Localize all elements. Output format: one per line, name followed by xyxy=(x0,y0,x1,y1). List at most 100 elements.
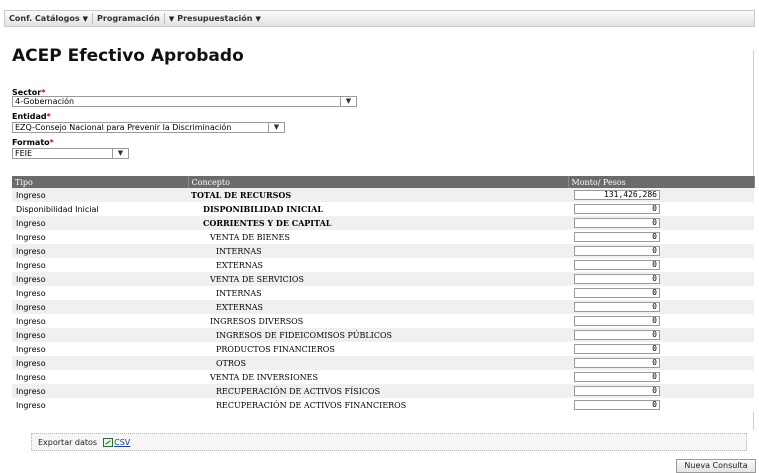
cell-tipo: Ingreso xyxy=(12,258,188,272)
table-row[interactable]: Disponibilidad Inicial DISPONIBILIDAD INI… xyxy=(12,202,754,216)
menu-label: Programación xyxy=(97,14,160,23)
sector-select[interactable]: 4-Gobernación ▼ xyxy=(12,96,357,107)
cell-concepto: PRODUCTOS FINANCIEROS xyxy=(188,342,568,356)
monto-field[interactable]: 0 xyxy=(574,358,660,368)
column-header-concepto[interactable]: Concepto xyxy=(188,176,569,188)
formato-value: FEIE xyxy=(15,149,33,158)
chevron-down-icon[interactable]: ▼ xyxy=(340,96,356,107)
table-row[interactable]: Ingreso RECUPERACIÓN DE ACTIVOS FINANCIER… xyxy=(12,398,754,412)
cell-monto: 0 xyxy=(568,216,754,230)
table-row[interactable]: Ingreso PRODUCTOS FINANCIEROS 0 xyxy=(12,342,754,356)
monto-field[interactable]: 0 xyxy=(574,204,660,214)
table-body: Ingreso TOTAL DE RECURSOS 131,426,286 Dispo… xyxy=(12,188,754,412)
cell-concepto: VENTA DE BIENES xyxy=(188,230,568,244)
cell-tipo: Ingreso xyxy=(12,230,188,244)
caret-down-icon: ▼ xyxy=(168,14,175,23)
cell-monto: 0 xyxy=(568,300,754,314)
cell-tipo: Disponibilidad Inicial xyxy=(12,202,188,216)
top-bar: Conf. Catálogos ▼ Programación ▼ Presupu… xyxy=(0,0,759,27)
csv-file-icon[interactable] xyxy=(103,437,114,447)
table-row[interactable]: Ingreso INTERNAS 0 xyxy=(12,286,754,300)
cell-tipo: Ingreso xyxy=(12,328,188,342)
table-row[interactable]: Ingreso INGRESOS DIVERSOS 0 xyxy=(12,314,754,328)
column-header-tipo[interactable]: Tipo xyxy=(12,176,189,188)
formato-label-text: Formato xyxy=(12,138,50,147)
cell-concepto: DISPONIBILIDAD INICIAL xyxy=(188,202,568,216)
cell-monto: 0 xyxy=(568,286,754,300)
required-mark: * xyxy=(46,112,51,121)
entidad-value: EZQ-Consejo Nacional para Prevenir la Di… xyxy=(15,123,232,132)
export-csv-link[interactable]: CSV xyxy=(114,438,130,447)
menu-conf-catalogos[interactable]: Conf. Catálogos ▼ xyxy=(5,14,92,23)
menu-presupuestacion[interactable]: ▼ Presupuestación ▼ xyxy=(165,14,265,23)
cell-concepto: EXTERNAS xyxy=(188,258,568,272)
table-row[interactable]: Ingreso VENTA DE INVERSIONES 0 xyxy=(12,370,754,384)
table-row[interactable]: Ingreso VENTA DE SERVICIOS 0 xyxy=(12,272,754,286)
cell-monto: 0 xyxy=(568,272,754,286)
chevron-down-icon[interactable]: ▼ xyxy=(112,148,128,159)
new-query-button[interactable]: Nueva Consulta xyxy=(676,459,756,473)
cell-tipo: Ingreso xyxy=(12,286,188,300)
cell-tipo: Ingreso xyxy=(12,300,188,314)
entidad-label: Entidad* xyxy=(12,112,51,121)
column-header-monto[interactable]: Monto/ Pesos xyxy=(568,176,755,188)
cell-concepto: EXTERNAS xyxy=(188,300,568,314)
cell-concepto: INTERNAS xyxy=(188,244,568,258)
formato-select[interactable]: FEIE ▼ xyxy=(12,148,129,159)
monto-field[interactable]: 0 xyxy=(574,302,660,312)
monto-field[interactable]: 0 xyxy=(574,246,660,256)
table-row[interactable]: Ingreso EXTERNAS 0 xyxy=(12,300,754,314)
cell-monto: 0 xyxy=(568,370,754,384)
cell-tipo: Ingreso xyxy=(12,342,188,356)
table-row[interactable]: Ingreso EXTERNAS 0 xyxy=(12,258,754,272)
recursos-table: Tipo Concepto Monto/ Pesos Ingreso TOTAL … xyxy=(12,176,755,412)
monto-field[interactable]: 0 xyxy=(574,288,660,298)
cell-concepto: RECUPERACIÓN DE ACTIVOS FINANCIEROS xyxy=(188,398,568,412)
cell-monto: 0 xyxy=(568,342,754,356)
menu-label: Conf. Catálogos xyxy=(9,14,80,23)
table-row[interactable]: Ingreso OTROS 0 xyxy=(12,356,754,370)
menu-bar: Conf. Catálogos ▼ Programación ▼ Presupu… xyxy=(4,10,755,27)
cell-monto: 0 xyxy=(568,356,754,370)
monto-field[interactable]: 0 xyxy=(574,274,660,284)
cell-monto: 0 xyxy=(568,258,754,272)
monto-field[interactable]: 0 xyxy=(574,232,660,242)
cell-concepto: VENTA DE SERVICIOS xyxy=(188,272,568,286)
entidad-label-text: Entidad xyxy=(12,112,47,121)
monto-field[interactable]: 0 xyxy=(574,316,660,326)
chevron-down-icon[interactable]: ▼ xyxy=(268,122,284,133)
cell-concepto: INGRESOS DIVERSOS xyxy=(188,314,568,328)
table-header-row: Tipo Concepto Monto/ Pesos xyxy=(12,176,755,188)
cell-tipo: Ingreso xyxy=(12,384,188,398)
cell-concepto: INGRESOS DE FIDEICOMISOS PÚBLICOS xyxy=(188,328,568,342)
caret-down-icon: ▼ xyxy=(82,14,89,23)
cell-tipo: Ingreso xyxy=(12,314,188,328)
cell-tipo: Ingreso xyxy=(12,356,188,370)
cell-tipo: Ingreso xyxy=(12,272,188,286)
caret-down-icon: ▼ xyxy=(255,14,261,23)
monto-field[interactable]: 0 xyxy=(574,386,660,396)
cell-monto: 0 xyxy=(568,398,754,412)
monto-field[interactable]: 0 xyxy=(574,260,660,270)
cell-monto: 131,426,286 xyxy=(568,188,754,202)
entidad-select[interactable]: EZQ-Consejo Nacional para Prevenir la Di… xyxy=(12,122,285,133)
monto-field[interactable]: 0 xyxy=(574,344,660,354)
monto-field[interactable]: 0 xyxy=(574,218,660,228)
table-row[interactable]: Ingreso RECUPERACIÓN DE ACTIVOS FÍSICOS 0 xyxy=(12,384,754,398)
table-row[interactable]: Ingreso INGRESOS DE FIDEICOMISOS PÚBLICOS… xyxy=(12,328,754,342)
monto-field[interactable]: 0 xyxy=(574,400,660,410)
cell-concepto: OTROS xyxy=(188,356,568,370)
cell-monto: 0 xyxy=(568,314,754,328)
menu-programacion[interactable]: Programación xyxy=(93,14,164,23)
monto-field[interactable]: 131,426,286 xyxy=(574,190,660,200)
table-row[interactable]: Ingreso INTERNAS 0 xyxy=(12,244,754,258)
monto-field[interactable]: 0 xyxy=(574,372,660,382)
table-row[interactable]: Ingreso CORRIENTES Y DE CAPITAL 0 xyxy=(12,216,754,230)
table-row[interactable]: Ingreso TOTAL DE RECURSOS 131,426,286 xyxy=(12,188,754,202)
cell-monto: 0 xyxy=(568,244,754,258)
cell-monto: 0 xyxy=(568,230,754,244)
required-mark: * xyxy=(49,138,54,147)
monto-field[interactable]: 0 xyxy=(574,330,660,340)
page-title: ACEP Efectivo Aprobado xyxy=(12,46,244,66)
table-row[interactable]: Ingreso VENTA DE BIENES 0 xyxy=(12,230,754,244)
